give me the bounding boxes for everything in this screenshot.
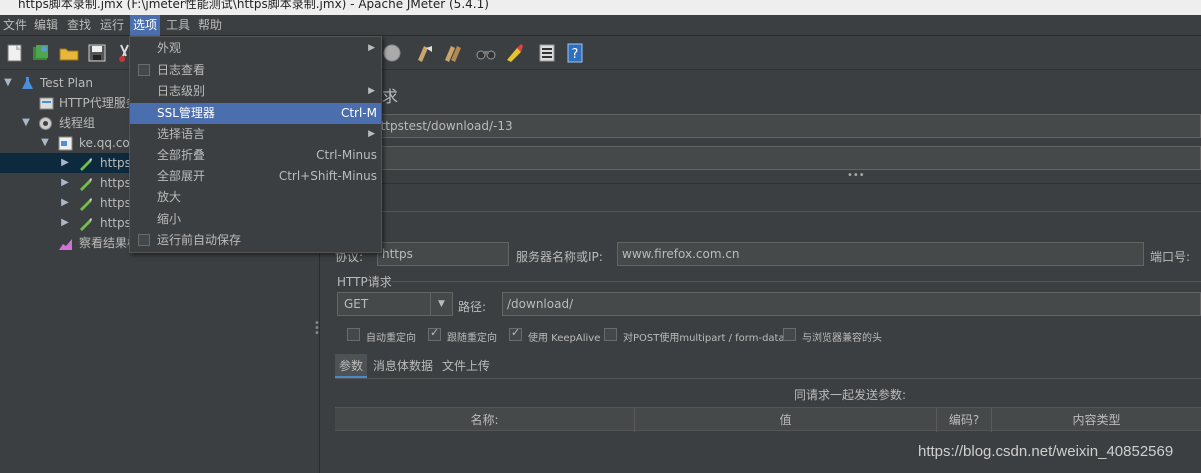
flask-icon <box>20 76 35 91</box>
window-title: https脚本录制.jmx (F:\jmeter性能测试\https脚本录制.j… <box>18 0 489 11</box>
chevron-right-icon[interactable]: ▶ <box>59 213 71 233</box>
graph-icon <box>58 236 73 251</box>
menu-run[interactable]: 运行 <box>97 15 127 36</box>
menu-item-zoom-out[interactable]: 缩小 <box>130 209 381 230</box>
panel-title: 求 <box>382 87 399 106</box>
pipette-icon <box>78 196 93 211</box>
function-helper-icon[interactable] <box>536 42 558 64</box>
chevron-down-icon[interactable]: ▼ <box>2 73 14 93</box>
submenu-arrow-icon: ▶ <box>368 43 375 53</box>
menu-item-expand-all[interactable]: 全部展开 Ctrl+Shift-Minus <box>130 166 381 187</box>
gear-icon <box>38 116 53 131</box>
collapse-dots-icon[interactable]: ••• <box>847 170 865 181</box>
menu-item-log-viewer[interactable]: 日志查看 <box>130 60 381 81</box>
menu-item-zoom-in[interactable]: 放大 <box>130 187 381 208</box>
options-menu: 外观 ▶ 日志查看 日志级别 ▶ SSL管理器 Ctrl-M 选择语言 ▶ 全部… <box>129 36 382 253</box>
browser-headers-label: 与浏览器兼容的头 <box>802 333 882 344</box>
multipart-checkbox[interactable] <box>604 328 617 341</box>
tab-parameters[interactable]: 参数 <box>335 354 368 378</box>
menu-options[interactable]: 选项 <box>130 15 161 36</box>
menu-edit[interactable]: 编辑 <box>31 15 61 36</box>
column-header-content-type[interactable]: 内容类型 <box>992 408 1201 432</box>
column-header-value[interactable]: 值 <box>635 408 937 432</box>
save-icon[interactable] <box>86 42 108 64</box>
method-value: GET <box>344 297 369 311</box>
chevron-down-icon[interactable]: ▼ <box>430 293 452 315</box>
checkbox[interactable] <box>138 234 150 246</box>
window-titlebar: https脚本录制.jmx (F:\jmeter性能测试\https脚本录制.j… <box>0 0 1201 15</box>
pipette-icon <box>78 156 93 171</box>
templates-icon[interactable] <box>30 42 52 64</box>
menu-item-language[interactable]: 选择语言 ▶ <box>130 124 381 145</box>
chevron-right-icon[interactable]: ▶ <box>59 173 71 193</box>
server-field[interactable]: www.firefox.com.cn <box>617 242 1144 266</box>
menu-item-save-before-run[interactable]: 运行前自动保存 <box>130 230 381 251</box>
method-select[interactable]: GET ▼ <box>337 292 453 316</box>
open-folder-icon[interactable] <box>58 42 80 64</box>
divider <box>391 281 1201 282</box>
chevron-down-icon[interactable]: ▼ <box>20 113 32 133</box>
menu-help[interactable]: 帮助 <box>195 15 225 36</box>
multipart-label: 对POST使用multipart / form-data <box>623 333 785 344</box>
column-header-encode[interactable]: 编码? <box>937 408 992 432</box>
shutdown-icon[interactable] <box>381 42 403 64</box>
params-caption: 同请求一起发送参数: <box>794 388 907 402</box>
search-binoculars-icon[interactable] <box>475 42 497 64</box>
auto-redirect-checkbox[interactable] <box>347 328 360 341</box>
comment-field[interactable] <box>369 146 1201 170</box>
controller-icon <box>58 136 73 151</box>
menu-file[interactable]: 文件 <box>0 15 30 36</box>
port-label: 端口号: <box>1150 250 1191 264</box>
submenu-arrow-icon: ▶ <box>368 129 375 139</box>
pipette-icon <box>78 216 93 231</box>
params-table-header: 名称: 值 编码? 内容类型 <box>335 407 1201 432</box>
menu-item-ssl-manager[interactable]: SSL管理器 Ctrl-M <box>130 103 381 124</box>
watermark: https://blog.csdn.net/weixin_40852569 <box>918 443 1174 460</box>
divider <box>321 211 1201 212</box>
svg-text:?: ? <box>572 47 579 62</box>
protocol-field[interactable]: https <box>377 242 509 266</box>
chevron-down-icon[interactable]: ▼ <box>39 133 51 153</box>
follow-redirect-checkbox[interactable] <box>428 326 441 341</box>
drag-handle-icon[interactable]: • • • <box>314 319 320 339</box>
follow-redirect-label: 跟随重定向 <box>447 333 497 344</box>
http-request-section-label: HTTP请求 <box>337 275 392 289</box>
menu-tools[interactable]: 工具 <box>163 15 193 36</box>
menu-search[interactable]: 查找 <box>64 15 94 36</box>
proxy-icon <box>39 96 54 111</box>
keepalive-checkbox[interactable] <box>509 326 522 341</box>
clear-icon[interactable] <box>414 42 436 64</box>
section-divider[interactable]: ••• <box>321 170 1201 184</box>
menu-item-collapse-all[interactable]: 全部折叠 Ctrl-Minus <box>130 145 381 166</box>
submenu-arrow-icon: ▶ <box>368 86 375 96</box>
sampler-panel: 求 httpstest/download/-13 ••• 器 协议: https… <box>321 71 1201 473</box>
pipette-icon <box>78 176 93 191</box>
tab-file-upload[interactable]: 文件上传 <box>438 354 494 378</box>
path-field[interactable]: /download/ <box>502 292 1201 316</box>
keepalive-label: 使用 KeepAlive <box>528 333 601 344</box>
menu-bar: 文件 编辑 查找 运行 选项 工具 帮助 <box>0 15 1201 36</box>
menu-item-log-level[interactable]: 日志级别 ▶ <box>130 81 381 102</box>
server-label: 服务器名称或IP: <box>516 250 603 264</box>
column-header-name[interactable]: 名称: <box>335 408 635 432</box>
menu-item-appearance[interactable]: 外观 ▶ <box>130 38 381 59</box>
browser-headers-checkbox[interactable] <box>783 328 796 341</box>
chevron-right-icon[interactable]: ▶ <box>59 193 71 213</box>
path-label: 路径: <box>458 300 487 314</box>
reset-search-icon[interactable] <box>503 42 525 64</box>
clear-all-icon[interactable] <box>442 42 464 64</box>
name-field[interactable]: httpstest/download/-13 <box>369 114 1201 138</box>
tab-body-data[interactable]: 消息体数据 <box>369 354 437 378</box>
help-icon[interactable]: ? <box>564 42 586 64</box>
chevron-right-icon[interactable]: ▶ <box>59 153 71 173</box>
auto-redirect-label: 自动重定向 <box>366 333 416 344</box>
checkbox[interactable] <box>138 64 150 76</box>
divider <box>335 378 1201 379</box>
new-file-icon[interactable] <box>4 42 26 64</box>
